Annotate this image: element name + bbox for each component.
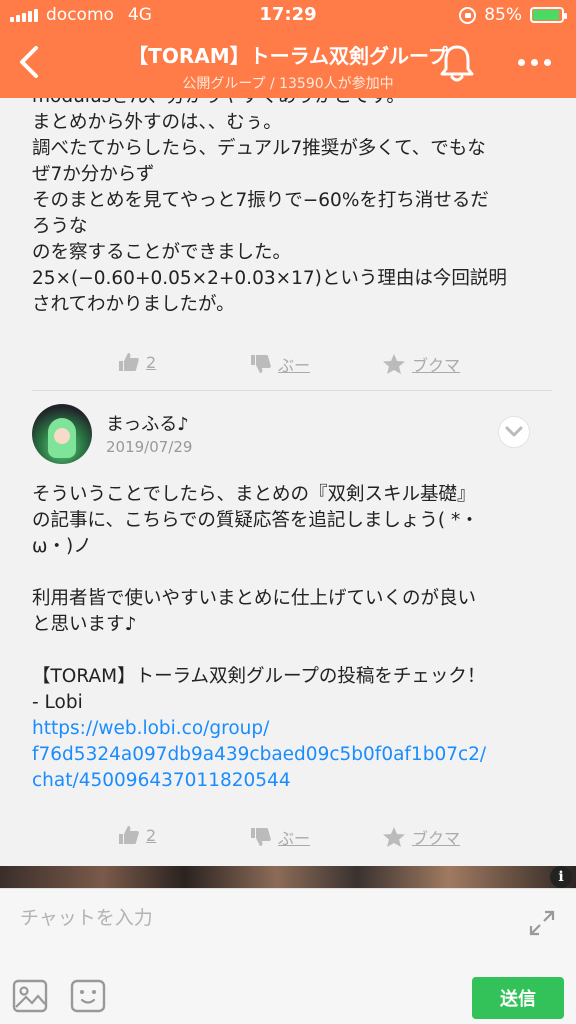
- message-line: そのまとめを見てやっと7振りで−60%を打ち消せるだ: [32, 190, 489, 211]
- author-name[interactable]: まっふる♪: [106, 410, 189, 436]
- like-button[interactable]: 2: [118, 825, 156, 845]
- thumbs-up-icon: [119, 353, 139, 371]
- message-line: 利用者皆で使いやすいまとめに仕上げていくのが良い: [32, 588, 477, 609]
- top-bar: docomo 4G 17:29 85% 【TORAM】トーラム双剣グループ 公開…: [0, 0, 576, 98]
- chat-input-bar: チャットを入力 送信: [0, 888, 576, 1024]
- dislike-label: ぶー: [278, 356, 311, 375]
- ad-info-icon[interactable]: i: [550, 866, 572, 888]
- thumbs-down-icon: [251, 355, 271, 373]
- message-line: ろうな: [32, 216, 88, 237]
- message-line: modulusさん、分かりやすくありがとです。: [32, 98, 552, 110]
- link-line[interactable]: f76d5324a097db9a439cbaed09c5b0f0af1b07c2…: [32, 742, 552, 768]
- dislike-button[interactable]: ぶー: [250, 825, 310, 849]
- message-line: そういうことでしたら、まとめの『双剣スキル基礎』: [32, 484, 476, 505]
- back-chevron-icon: [20, 46, 38, 78]
- message-2-actions: 2 ぶー ブクマ: [0, 817, 576, 857]
- message-line: - Lobi: [32, 692, 83, 713]
- status-right: 85%: [459, 5, 567, 25]
- expand-icon[interactable]: [528, 909, 556, 937]
- link-line[interactable]: https://web.lobi.co/group/: [32, 716, 552, 742]
- message-line: [32, 560, 552, 586]
- message-line: ω・)ノ: [32, 536, 92, 557]
- message-line: 【TORAM】トーラム双剣グループの投稿をチェック！: [32, 666, 486, 687]
- like-count: 2: [146, 825, 157, 845]
- message-line: 25×(−0.60+0.05×2+0.03×17)という理由は今回説明: [32, 268, 507, 289]
- bookmark-label: ブクマ: [412, 356, 461, 375]
- more-button[interactable]: [514, 46, 554, 78]
- shared-link[interactable]: https://web.lobi.co/group/f76d5324a097db…: [32, 716, 552, 794]
- message-line: まとめから外すのは、、むぅ。: [32, 112, 282, 133]
- message-line: [32, 638, 552, 664]
- dislike-button[interactable]: ぶー: [250, 352, 310, 376]
- message-1-body: modulusさん、分かりやすくありがとです。まとめから外すのは、、むぅ。調べた…: [32, 98, 552, 318]
- notification-button[interactable]: [438, 42, 476, 84]
- message-divider: [32, 390, 552, 391]
- chat-content[interactable]: modulusさん、分かりやすくありがとです。まとめから外すのは、、むぅ。調べた…: [0, 98, 576, 866]
- message-line: されてわかりましたが。: [32, 294, 235, 315]
- message-line: 調べたてからしたら、デュアル7推奨が多くて、でもな: [32, 138, 486, 159]
- send-button[interactable]: 送信: [472, 977, 564, 1019]
- bookmark-button[interactable]: ブクマ: [382, 352, 460, 376]
- battery-percent: 85%: [484, 5, 522, 25]
- message-2-body: そういうことでしたら、まとめの『双剣スキル基礎』 の記事に、こちらでの質疑応答を追…: [32, 482, 552, 794]
- link-line[interactable]: chat/450096437011820544: [32, 768, 552, 794]
- message-line: の記事に、こちらでの質疑応答を追記しましょう( *・: [32, 510, 479, 531]
- bookmark-button[interactable]: ブクマ: [382, 825, 460, 849]
- rotation-lock-icon: [459, 6, 477, 24]
- post-date: 2019/07/29: [106, 438, 193, 456]
- back-button[interactable]: [12, 38, 48, 86]
- nav-bar: 【TORAM】トーラム双剣グループ 公開グループ / 13590人が参加中: [0, 30, 576, 98]
- image-icon[interactable]: [12, 979, 48, 1013]
- message-menu-button[interactable]: [498, 416, 530, 448]
- emoji-icon[interactable]: [70, 979, 106, 1013]
- group-title: 【TORAM】トーラム双剣グループ: [128, 44, 448, 68]
- chat-input[interactable]: チャットを入力: [20, 903, 153, 930]
- message-line: と思います♪: [32, 614, 137, 635]
- bookmark-label: ブクマ: [412, 829, 461, 848]
- chevron-down-icon: [505, 426, 523, 437]
- status-bar: docomo 4G 17:29 85%: [0, 0, 576, 30]
- header-title-block: 【TORAM】トーラム双剣グループ 公開グループ / 13590人が参加中: [80, 40, 496, 93]
- group-subtitle: 公開グループ / 13590人が参加中: [182, 76, 394, 92]
- avatar[interactable]: [32, 404, 92, 464]
- more-dots-icon: [517, 58, 525, 66]
- star-icon: [383, 354, 405, 374]
- dislike-label: ぶー: [278, 829, 311, 848]
- bell-icon: [440, 45, 474, 82]
- battery-icon: [530, 7, 567, 23]
- message-line: ぜ7か分からず: [32, 164, 155, 185]
- like-count: 2: [146, 352, 157, 372]
- star-icon: [383, 827, 405, 847]
- thumbs-down-icon: [251, 828, 271, 846]
- message-line: のを察することができました。: [32, 242, 292, 263]
- message-1-actions: 2 ぶー ブクマ: [0, 344, 576, 384]
- like-button[interactable]: 2: [118, 352, 156, 372]
- thumbs-up-icon: [119, 826, 139, 844]
